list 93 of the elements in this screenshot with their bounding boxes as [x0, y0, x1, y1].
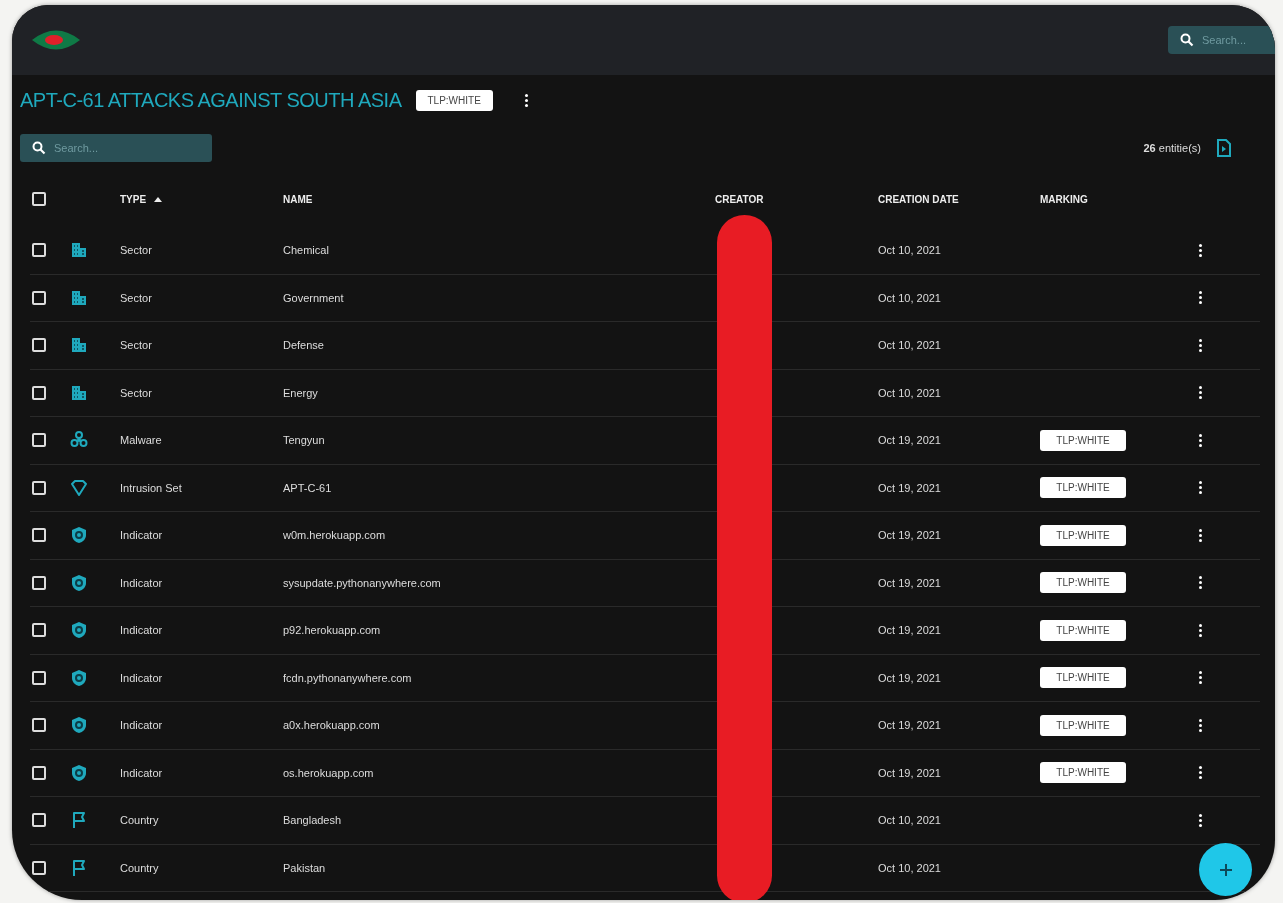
sort-arrow-icon[interactable]: [154, 196, 163, 202]
add-button[interactable]: [1199, 843, 1252, 896]
search-icon: [32, 141, 46, 155]
checkbox[interactable]: [32, 860, 46, 875]
export-file-icon[interactable]: [1217, 139, 1231, 157]
marking-tag: TLP:WHITE: [1040, 524, 1126, 546]
table-cell-text: Energy: [283, 385, 318, 401]
column-header[interactable]: TYPE: [120, 191, 147, 207]
marking-tag: TLP:WHITE: [1040, 762, 1126, 784]
table-cell-text: Sector: [120, 385, 152, 401]
table-cell-text: Oct 19, 2021: [878, 718, 941, 733]
table-cell-text: w0m.herokuapp.com: [283, 528, 386, 543]
shield-icon: [70, 621, 88, 640]
checkbox[interactable]: [32, 290, 46, 305]
table-cell-text: Indicator: [120, 765, 163, 781]
column-header[interactable]: CREATION DATE: [878, 191, 959, 207]
entity-count: 26 entitie(s): [1143, 140, 1201, 156]
page-title: APT-C-61 ATTACKS AGAINST SOUTH ASIA: [20, 88, 402, 113]
plus-icon: [1218, 862, 1233, 877]
checkbox[interactable]: [32, 670, 46, 685]
checkbox[interactable]: [32, 338, 46, 353]
table-cell-text: Oct 10, 2021: [878, 290, 941, 306]
shield-icon: [70, 716, 88, 735]
table-cell-text: Oct 10, 2021: [878, 243, 941, 258]
table-cell-text: Oct 10, 2021: [878, 385, 941, 401]
checkbox[interactable]: [32, 765, 46, 780]
table-cell-text: Oct 19, 2021: [878, 765, 941, 781]
column-header[interactable]: MARKING: [1040, 191, 1088, 207]
table-cell-text: sysupdate.pythonanywhere.com: [283, 575, 441, 591]
shield-icon: [70, 763, 88, 782]
search-icon: [1180, 33, 1194, 47]
building-icon: [70, 288, 88, 307]
checkbox[interactable]: [32, 243, 46, 258]
table-cell-text: Indicator: [120, 718, 163, 733]
table-cell-text: Indicator: [120, 670, 163, 686]
biohazard-icon: [70, 431, 88, 450]
checkbox[interactable]: [32, 813, 46, 828]
table-cell-text: Oct 10, 2021: [878, 860, 941, 876]
diamond-icon: [70, 478, 88, 497]
checkbox[interactable]: [32, 528, 46, 543]
table-cell-text: fcdn.pythonanywhere.com: [283, 670, 412, 686]
checkbox[interactable]: [32, 192, 46, 206]
table-cell-text: Indicator: [120, 528, 163, 543]
table-cell-text: Country: [120, 813, 159, 828]
table-cell-text: Sector: [120, 243, 152, 258]
building-icon: [70, 241, 88, 260]
marking-tag: TLP:WHITE: [1040, 667, 1126, 689]
checkbox[interactable]: [32, 433, 46, 448]
table-cell-text: Oct 10, 2021: [878, 813, 941, 828]
table-cell-text: a0x.herokuapp.com: [283, 718, 380, 733]
table-cell-text: Indicator: [120, 575, 163, 591]
table-cell-text: Oct 19, 2021: [878, 670, 941, 686]
marking-tag: TLP:WHITE: [1040, 619, 1126, 641]
shield-icon: [70, 573, 88, 592]
table-cell-text: Oct 19, 2021: [878, 433, 941, 448]
table-cell-text: p92.herokuapp.com: [283, 623, 381, 638]
table-cell-text: os.herokuapp.com: [283, 765, 374, 781]
table-cell-text: Government: [283, 290, 344, 306]
table-cell-text: Chemical: [283, 243, 329, 258]
table-cell-text: Oct 19, 2021: [878, 480, 941, 496]
table-cell-text: Indicator: [120, 623, 163, 638]
building-icon: [70, 383, 88, 402]
table-cell-text: Pakistan: [283, 860, 326, 876]
marking-tag: TLP:WHITE: [1040, 714, 1126, 736]
table-cell-text: Defense: [283, 338, 324, 353]
column-header[interactable]: NAME: [283, 191, 313, 207]
checkbox[interactable]: [32, 718, 46, 733]
table-cell-text: Tengyun: [283, 433, 325, 448]
shield-icon: [70, 668, 88, 687]
column-header[interactable]: CREATOR: [715, 191, 764, 207]
flag-icon: [70, 858, 88, 877]
marking-tag: TLP:WHITE: [415, 89, 493, 111]
marking-tag: TLP:WHITE: [1040, 477, 1126, 499]
table-cell-text: Bangladesh: [283, 813, 342, 828]
checkbox[interactable]: [32, 623, 46, 638]
table-cell-text: Country: [120, 860, 159, 876]
table-cell-text: Oct 19, 2021: [878, 575, 941, 591]
table-cell-text: Malware: [120, 433, 162, 448]
flag-icon: [70, 811, 88, 830]
table-cell-text: Oct 19, 2021: [878, 528, 941, 543]
table-cell-text: APT-C-61: [283, 480, 332, 496]
table-cell-text: Oct 19, 2021: [878, 623, 941, 638]
checkbox[interactable]: [32, 385, 46, 400]
table-cell-text: Sector: [120, 338, 152, 353]
table-cell-text: Sector: [120, 290, 152, 306]
marking-tag: TLP:WHITE: [1040, 572, 1126, 594]
building-icon: [70, 336, 88, 355]
checkbox[interactable]: [32, 575, 46, 590]
marking-tag: TLP:WHITE: [1040, 429, 1126, 451]
checkbox[interactable]: [32, 480, 46, 495]
shield-icon: [70, 526, 88, 545]
table-cell-text: Oct 10, 2021: [878, 338, 941, 353]
table-cell-text: Intrusion Set: [120, 480, 182, 496]
